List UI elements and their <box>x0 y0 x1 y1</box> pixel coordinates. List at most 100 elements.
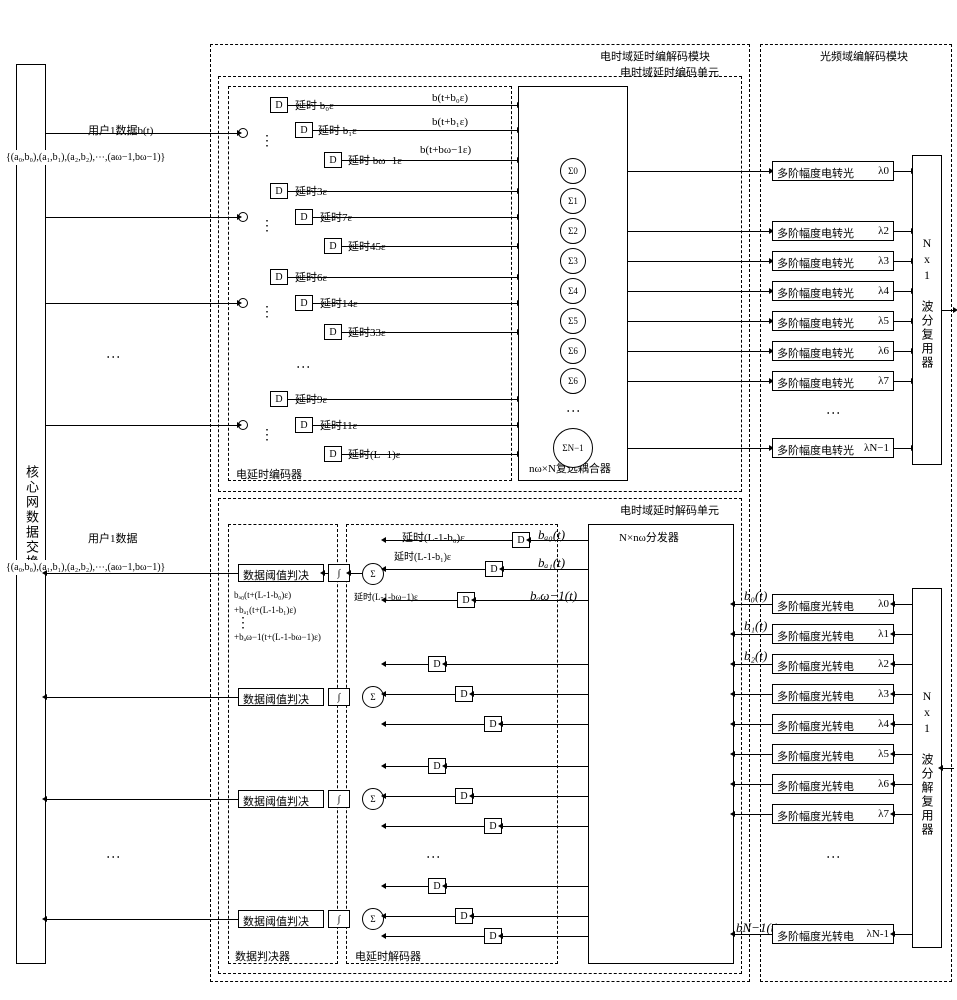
hline <box>473 694 588 695</box>
hline <box>313 130 518 131</box>
olamN1: λN-1 <box>867 928 889 940</box>
sum-node: Σ <box>362 908 384 930</box>
e2o-5: 多阶幅度电转光λ5 <box>772 311 894 331</box>
olam7: λ7 <box>878 808 889 820</box>
vdots-dec: ⋮ <box>110 850 115 864</box>
hline <box>324 573 328 574</box>
hline <box>628 321 770 322</box>
threshold-label: 数据阈值判决 <box>243 793 309 809</box>
threshold-n: 数据阈值判决 <box>238 910 324 928</box>
d-box: D <box>270 97 288 113</box>
d-box: D <box>324 446 342 462</box>
sum-expr1: bₐ₀(t+(L-1-b₀)ε) <box>234 590 291 600</box>
baw1t: bₐω−1(t) <box>530 588 577 604</box>
o2e-5: 多阶幅度光转电λ5 <box>772 744 894 764</box>
hline <box>473 796 588 797</box>
hline <box>313 425 518 426</box>
o2e-7: 多阶幅度光转电λ7 <box>772 804 894 824</box>
hline <box>734 814 772 815</box>
elec-delay-decoder-label: 电延时解码器 <box>355 948 421 964</box>
threshold-label: 数据阈值判决 <box>243 913 309 929</box>
distributor: N×nω分发器 <box>588 524 734 964</box>
hline <box>288 277 518 278</box>
hline <box>894 784 912 785</box>
hline <box>385 540 512 541</box>
user1-tx-label: 用户1数据b(t) <box>88 122 153 138</box>
sigma-3: Σ3 <box>560 248 586 274</box>
hline <box>46 217 238 218</box>
hline <box>342 332 518 333</box>
vdots: ⋮ <box>260 140 274 144</box>
data-judge-label: 数据判决器 <box>235 948 290 964</box>
o2e-n1: 多阶幅度光转电 λN-1 <box>772 924 894 944</box>
hline <box>288 399 518 400</box>
olam6: λ6 <box>878 778 889 790</box>
vdots-dec2: ⋮ <box>430 850 435 864</box>
hline <box>385 694 455 695</box>
threshold-3: 数据阈值判决 <box>238 790 324 808</box>
bt-b1: b(t+b₁ε) <box>432 116 468 128</box>
hline <box>734 784 772 785</box>
hline <box>446 664 588 665</box>
sigma-dots: ⋮ <box>570 404 575 418</box>
hline <box>46 425 238 426</box>
olam2: λ2 <box>878 658 889 670</box>
e2o-label: 多阶幅度电转光 <box>777 442 854 458</box>
sigma-1: Σ1 <box>560 188 586 214</box>
hline <box>475 600 588 601</box>
hline <box>342 454 518 455</box>
hline <box>894 724 912 725</box>
e2o-2: 多阶幅度电转光λ2 <box>772 221 894 241</box>
threshold-label: 数据阈值判决 <box>243 691 309 707</box>
wdm-label: Nx1 波分复用器 <box>919 236 936 370</box>
hline <box>385 724 484 725</box>
hline <box>288 105 518 106</box>
e2o-3: 多阶幅度电转光λ3 <box>772 251 894 271</box>
d-box: D <box>295 417 313 433</box>
o2e-label: 多阶幅度光转电 <box>777 928 854 944</box>
hline <box>894 448 912 449</box>
olam0: λ0 <box>878 598 889 610</box>
sigma-4: Σ4 <box>560 278 586 304</box>
hline <box>734 664 772 665</box>
hline <box>342 160 518 161</box>
e2o-label: 多阶幅度电转光 <box>777 225 854 241</box>
threshold-1: 数据阈值判决 <box>238 564 324 582</box>
o2e-label: 多阶幅度光转电 <box>777 688 854 704</box>
hline <box>628 448 770 449</box>
hline <box>46 799 238 800</box>
hline <box>46 303 238 304</box>
hline <box>894 604 912 605</box>
d-box: D <box>295 295 313 311</box>
bt-bw1: b(t+bω−1ε) <box>420 144 471 156</box>
hline <box>628 261 770 262</box>
hline <box>385 826 484 827</box>
vdots: ⋮ <box>260 311 274 315</box>
hline <box>734 754 772 755</box>
sigma-n1: ΣN−1 <box>553 428 593 468</box>
elec-dec-unit-label: 电时域延时解码单元 <box>620 502 719 518</box>
elec-delay-encoder-label: 电延时编码器 <box>236 466 302 482</box>
sigma-5: Σ5 <box>560 308 586 334</box>
hline <box>530 540 588 541</box>
opt-codec-module-label: 光频域编解码模块 <box>820 48 908 64</box>
lam7: λ7 <box>878 375 889 387</box>
hline <box>894 291 912 292</box>
o2e-label: 多阶幅度光转电 <box>777 718 854 734</box>
hline <box>502 936 588 937</box>
elec-enc-unit-label: 电时域延时编码单元 <box>620 64 719 80</box>
lam6: λ6 <box>878 345 889 357</box>
o2e-label: 多阶幅度光转电 <box>777 598 854 614</box>
distributor-label: N×nω分发器 <box>619 529 679 545</box>
hline <box>894 814 912 815</box>
hline <box>628 381 770 382</box>
hline <box>313 303 518 304</box>
o2e-0: 多阶幅度光转电 λ0 <box>772 594 894 614</box>
sigma-0: Σ0 <box>560 158 586 184</box>
code-set-top: {(a₀,b₀),(a₁,b₁),(a₂,b₂),⋯,(aω−1,bω−1)} <box>4 150 167 165</box>
b0t: b₀(t) <box>744 588 767 604</box>
hline <box>446 886 588 887</box>
hline <box>385 766 428 767</box>
hline <box>734 694 772 695</box>
int-icon: ∫ <box>328 790 350 808</box>
